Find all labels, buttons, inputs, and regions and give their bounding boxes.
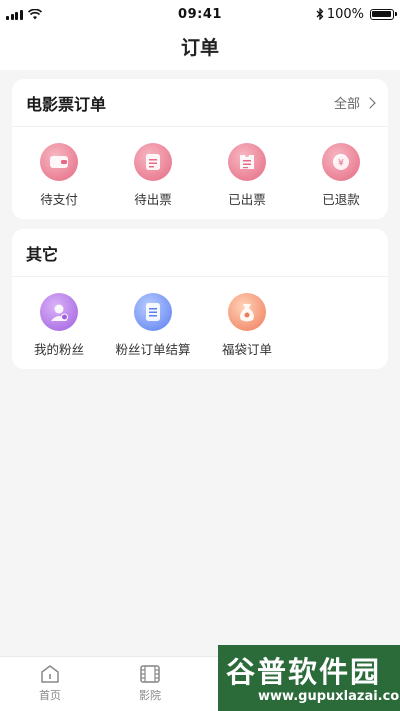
other-title: 其它: [26, 244, 59, 264]
view-all-label: 全部: [333, 97, 360, 112]
battery-percent: 100%: [326, 6, 364, 22]
lucky-bag-orders-item[interactable]: 福袋订单: [200, 293, 294, 358]
other-grid: 我的粉丝 粉丝订单结算 福袋订单: [12, 277, 388, 358]
battery-icon: [369, 8, 397, 20]
other-card: 其它 我的粉丝 粉丝订单结算 福袋订单: [12, 229, 388, 369]
page-title: 订单: [180, 37, 219, 59]
order-status-label: 待出票: [134, 192, 172, 207]
status-left: [6, 8, 126, 20]
ticket-issued-icon: [228, 143, 266, 181]
home-icon: [41, 665, 59, 683]
fans-icon: [40, 293, 78, 331]
tab-home[interactable]: 首页: [0, 657, 100, 711]
status-right: 100%: [274, 6, 397, 22]
movie-orders-grid: 待支付 待出票 已出票 ¥ 已退款: [12, 127, 388, 208]
movie-orders-header: 电影票订单 全部: [12, 79, 388, 127]
watermark-main-text: 谷普软件园: [226, 655, 382, 689]
tab-label: 首页: [39, 689, 61, 702]
order-status-issued[interactable]: 已出票: [200, 143, 294, 208]
my-fans-item[interactable]: 我的粉丝: [12, 293, 106, 358]
movie-orders-title: 电影票订单: [26, 94, 107, 114]
order-status-label: 已退款: [322, 192, 360, 207]
order-status-label: 待支付: [40, 192, 78, 207]
other-header: 其它: [12, 229, 388, 277]
other-item-label: 我的粉丝: [33, 342, 84, 357]
movie-orders-card: 电影票订单 全部 待支付 待出票 已出票 ¥ 已退款: [12, 79, 388, 219]
other-item-label: 福袋订单: [221, 342, 272, 357]
refund-icon: ¥: [322, 143, 360, 181]
other-item-label: 粉丝订单结算: [115, 342, 191, 357]
top-area: 09:41 100% 订单: [0, 0, 400, 70]
order-status-pending-payment[interactable]: 待支付: [12, 143, 106, 208]
signal-icon: [6, 9, 23, 20]
order-status-pending-ticket[interactable]: 待出票: [106, 143, 200, 208]
status-time: 09:41: [178, 6, 222, 22]
wifi-icon: [27, 8, 42, 19]
order-status-refunded[interactable]: ¥ 已退款: [294, 143, 388, 208]
svg-text:¥: ¥: [338, 159, 344, 169]
cinema-icon: [140, 665, 160, 683]
tab-label: 影院: [139, 689, 161, 702]
watermark-url: www.gupuxlazai.com: [258, 689, 400, 704]
wallet-icon: [40, 143, 78, 181]
bluetooth-icon: [316, 8, 324, 20]
order-status-label: 已出票: [228, 192, 266, 207]
chevron-right-icon: [364, 96, 376, 109]
fan-order-settlement-item[interactable]: 粉丝订单结算: [106, 293, 200, 358]
ticket-pending-icon: [134, 143, 172, 181]
watermark-logo: 谷普软件园 www.gupuxlazai.com: [218, 645, 400, 711]
status-bar: 09:41 100%: [0, 0, 400, 28]
lucky-bag-icon: [228, 293, 266, 331]
tab-cinema[interactable]: 影院: [100, 657, 200, 711]
settlement-icon: [134, 293, 172, 331]
view-all-orders-link[interactable]: 全部: [333, 93, 376, 112]
